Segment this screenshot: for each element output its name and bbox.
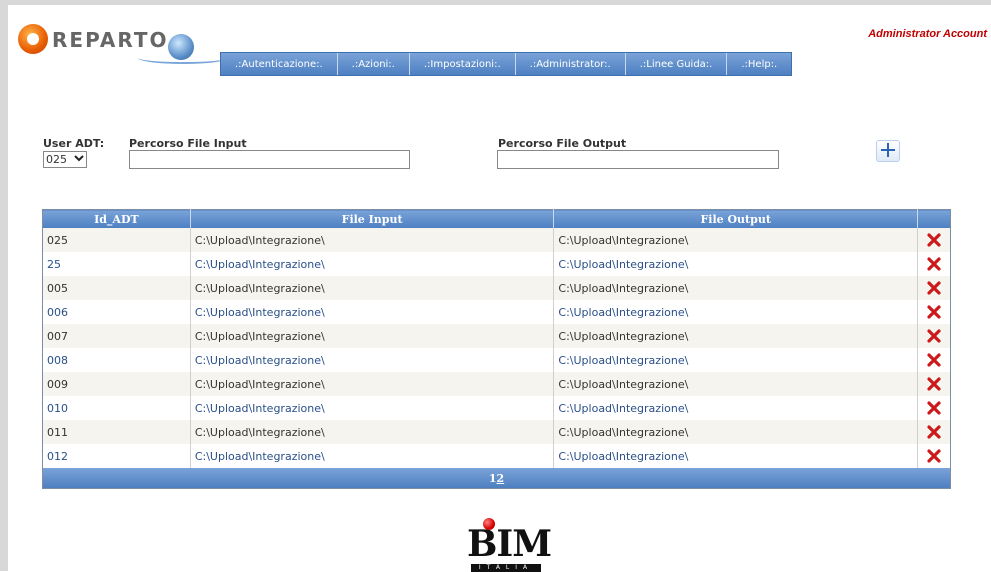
footer-logo-text: BIM [467,523,552,565]
chevron-down-icon [74,154,84,165]
table-row: 011 C:\Upload\Integrazione\ C:\Upload\In… [42,420,951,444]
column-header-input[interactable]: File Input [190,209,555,228]
cell-input: C:\Upload\Integrazione\ [190,276,555,300]
delete-icon[interactable] [927,425,941,439]
window-left-border [0,0,8,571]
table-row: 012 C:\Upload\Integrazione\ C:\Upload\In… [42,444,951,468]
menu-item-azioni[interactable]: .:Azioni:. [338,53,410,75]
logo-ball-icon [483,518,495,530]
cell-input: C:\Upload\Integrazione\ [190,396,555,420]
cell-id: 009 [42,372,191,396]
delete-icon[interactable] [927,377,941,391]
cell-output: C:\Upload\Integrazione\ [553,348,918,372]
account-label: Administrator Account [868,28,987,40]
pager-cell: 12 [42,468,951,489]
cell-actions [917,324,951,348]
cell-output: C:\Upload\Integrazione\ [553,300,918,324]
footer-logo: BIM ITALIA [467,516,552,572]
cell-output: C:\Upload\Integrazione\ [553,420,918,444]
adt-table: Id_ADT File Input File Output 025 C:\Upl… [42,209,951,489]
table-row: 009 C:\Upload\Integrazione\ C:\Upload\In… [42,372,951,396]
delete-icon[interactable] [927,401,941,415]
cell-input: C:\Upload\Integrazione\ [190,420,555,444]
cell-input: C:\Upload\Integrazione\ [190,228,555,252]
input-path-field[interactable] [129,150,410,169]
menu-item-linee-guida[interactable]: .:Linee Guida:. [626,53,728,75]
cell-id: 006 [42,300,191,324]
table-row: 025 C:\Upload\Integrazione\ C:\Upload\In… [42,228,951,252]
table-row: 010 C:\Upload\Integrazione\ C:\Upload\In… [42,396,951,420]
cell-actions [917,300,951,324]
delete-icon[interactable] [927,329,941,343]
cell-input: C:\Upload\Integrazione\ [190,252,555,276]
delete-icon[interactable] [927,305,941,319]
menu-item-autenticazione[interactable]: .:Autenticazione:. [221,53,338,75]
column-header-output[interactable]: File Output [553,209,918,228]
cell-output: C:\Upload\Integrazione\ [553,252,918,276]
cell-actions [917,372,951,396]
cell-id: 025 [42,228,191,252]
table-row: 008 C:\Upload\Integrazione\ C:\Upload\In… [42,348,951,372]
user-adt-select[interactable]: 025 [43,151,87,168]
menu-item-help[interactable]: .:Help:. [727,53,791,75]
cell-id: 008 [42,348,191,372]
window-top-border [0,0,991,5]
main-menu: .:Autenticazione:. .:Azioni:. .:Impostaz… [220,52,793,76]
table-row: 25 C:\Upload\Integrazione\ C:\Upload\Int… [42,252,951,276]
cell-output: C:\Upload\Integrazione\ [553,276,918,300]
cell-output: C:\Upload\Integrazione\ [553,444,918,468]
cell-id: 011 [42,420,191,444]
cell-actions [917,444,951,468]
table-header-row: Id_ADT File Input File Output [42,209,951,228]
table-row: 005 C:\Upload\Integrazione\ C:\Upload\In… [42,276,951,300]
cell-actions [917,420,951,444]
table-row: 006 C:\Upload\Integrazione\ C:\Upload\In… [42,300,951,324]
cell-output: C:\Upload\Integrazione\ [553,324,918,348]
delete-icon[interactable] [927,257,941,271]
cell-input: C:\Upload\Integrazione\ [190,324,555,348]
cell-actions [917,252,951,276]
menu-item-administrator[interactable]: .:Administrator:. [516,53,626,75]
pager-page-current: 1 [488,471,497,485]
cell-id: 005 [42,276,191,300]
user-adt-label: User ADT: [43,137,105,150]
add-button[interactable] [876,140,900,162]
cell-input: C:\Upload\Integrazione\ [190,300,555,324]
delete-icon[interactable] [927,449,941,463]
cell-id: 012 [42,444,191,468]
cell-id: 010 [42,396,191,420]
cell-output: C:\Upload\Integrazione\ [553,228,918,252]
cell-id: 25 [42,252,191,276]
logo-text: REPARTO [52,28,169,52]
cell-input: C:\Upload\Integrazione\ [190,372,555,396]
pager-row: 12 [42,468,951,489]
cell-id: 007 [42,324,191,348]
delete-icon[interactable] [927,353,941,367]
menu-item-impostazioni[interactable]: .:Impostazioni:. [410,53,516,75]
pager-page-link[interactable]: 2 [497,472,505,485]
user-adt-value: 025 [46,153,67,166]
logo-swoosh [138,52,228,64]
cell-output: C:\Upload\Integrazione\ [553,372,918,396]
delete-icon[interactable] [927,281,941,295]
cell-actions [917,348,951,372]
cell-actions [917,396,951,420]
app-logo: REPARTO [18,18,228,78]
cell-actions [917,228,951,252]
logo-q-mark [18,24,48,54]
cell-input: C:\Upload\Integrazione\ [190,444,555,468]
delete-icon[interactable] [927,233,941,247]
cell-input: C:\Upload\Integrazione\ [190,348,555,372]
input-path-label: Percorso File Input [129,137,247,150]
cell-actions [917,276,951,300]
output-path-field[interactable] [497,150,779,169]
cell-output: C:\Upload\Integrazione\ [553,396,918,420]
column-header-actions [917,209,951,228]
plus-icon [880,142,896,161]
column-header-id[interactable]: Id_ADT [42,209,191,228]
output-path-label: Percorso File Output [498,137,627,150]
table-row: 007 C:\Upload\Integrazione\ C:\Upload\In… [42,324,951,348]
